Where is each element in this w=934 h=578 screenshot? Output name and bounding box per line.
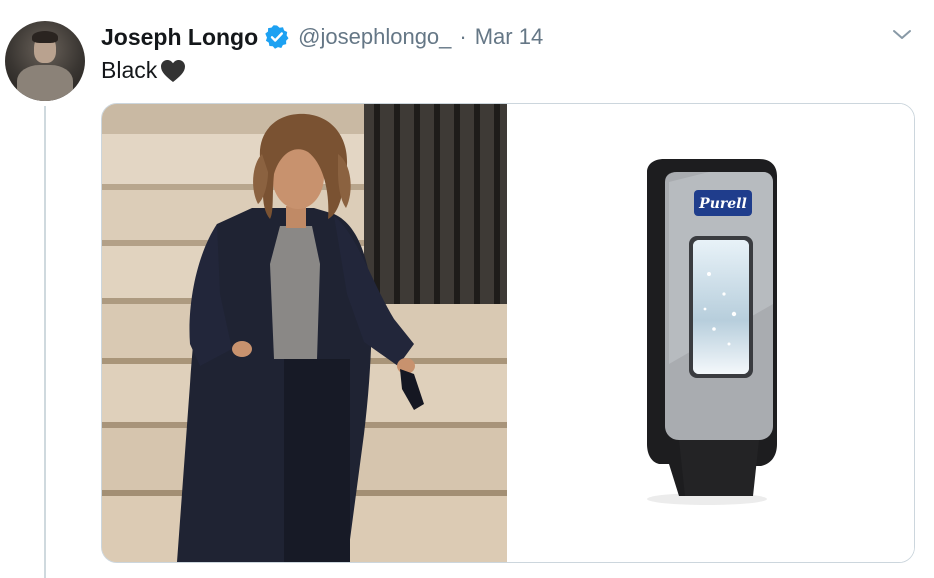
- chevron-down-icon[interactable]: [890, 24, 914, 44]
- tweet[interactable]: Joseph Longo @josephlongo_ · Mar 14 Blac…: [0, 0, 934, 578]
- display-name[interactable]: Joseph Longo: [101, 24, 258, 51]
- purell-dispenser-photo[interactable]: Purell: [509, 104, 914, 562]
- tweet-text: Black: [101, 57, 187, 84]
- user-handle[interactable]: @josephlongo_: [298, 24, 451, 50]
- woman-in-black-coat-photo[interactable]: [102, 104, 509, 562]
- tweet-text-content: Black: [101, 57, 158, 83]
- media-grid[interactable]: Purell: [101, 103, 915, 563]
- tweet-header: Joseph Longo @josephlongo_ · Mar 14: [101, 22, 543, 52]
- black-heart-icon: [159, 58, 187, 84]
- dispenser-logo-text: Purell: [698, 196, 747, 212]
- thread-line: [44, 106, 46, 578]
- separator-dot: ·: [459, 24, 467, 49]
- tweet-date[interactable]: Mar 14: [475, 24, 543, 50]
- avatar-hair: [32, 31, 58, 43]
- avatar-shoulders: [17, 65, 73, 101]
- verified-badge-icon: [264, 24, 290, 50]
- avatar[interactable]: [5, 21, 85, 101]
